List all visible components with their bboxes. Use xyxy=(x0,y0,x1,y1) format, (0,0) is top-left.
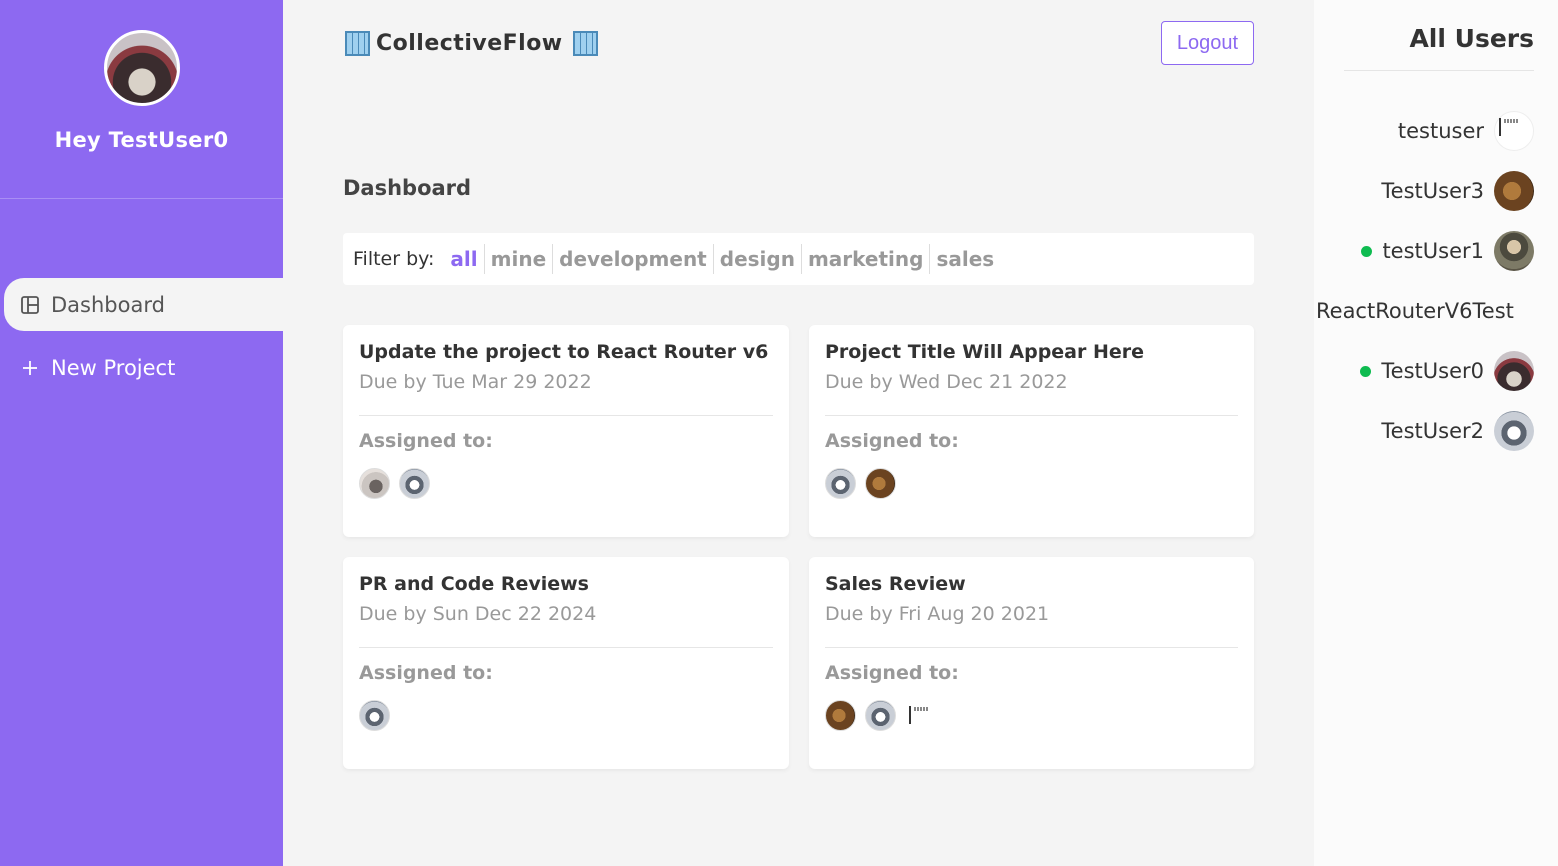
divider xyxy=(1344,70,1534,71)
divider xyxy=(825,647,1238,648)
project-title: PR and Code Reviews xyxy=(359,573,589,595)
project-due-date: Due by Fri Aug 20 2021 xyxy=(825,603,1050,625)
project-card[interactable]: Project Title Will Appear Here Due by We… xyxy=(809,325,1254,537)
dashboard-icon xyxy=(20,295,40,315)
user-list-item: TestUser2 xyxy=(1381,411,1534,451)
user-name: TestUser0 xyxy=(1381,359,1484,383)
avatar xyxy=(1494,111,1534,151)
project-card[interactable]: Sales Review Due by Fri Aug 20 2021 Assi… xyxy=(809,557,1254,769)
filter-development[interactable]: development xyxy=(552,244,713,274)
page-title: Dashboard xyxy=(343,176,472,200)
project-title: Project Title Will Appear Here xyxy=(825,341,1145,363)
assigned-label: Assigned to: xyxy=(825,430,959,452)
filter-design[interactable]: design xyxy=(712,244,801,274)
user-list-item: testuser xyxy=(1398,111,1534,151)
user-name: testUser1 xyxy=(1382,239,1484,263)
online-status-dot xyxy=(1361,245,1373,257)
project-due-date: Due by Tue Mar 29 2022 xyxy=(359,371,592,393)
project-card[interactable]: Update the project to React Router v6 Du… xyxy=(343,325,789,537)
users-panel: All Users testuser TestUser3 testUser1 R… xyxy=(1314,0,1558,866)
office-building-icon xyxy=(572,30,598,56)
filter-label: Filter by: xyxy=(353,248,435,270)
plus-icon xyxy=(20,358,40,378)
avatar xyxy=(1494,411,1534,451)
user-list-item: TestUser0 xyxy=(1360,351,1534,391)
user-list-item: ReactRouterV6Test xyxy=(1316,291,1514,331)
assigned-avatars xyxy=(359,468,773,499)
avatar xyxy=(825,700,856,731)
avatar xyxy=(1494,171,1534,211)
assigned-avatars xyxy=(359,700,773,731)
office-building-icon xyxy=(345,30,370,56)
filter-sales[interactable]: sales xyxy=(929,244,1000,274)
avatar xyxy=(825,468,856,499)
avatar xyxy=(1494,231,1534,271)
logout-button[interactable]: Logout xyxy=(1161,21,1254,65)
divider xyxy=(359,647,773,648)
filter-all[interactable]: all xyxy=(444,244,483,274)
project-due-date: Due by Wed Dec 21 2022 xyxy=(825,371,1068,393)
project-due-date: Due by Sun Dec 22 2024 xyxy=(359,603,597,625)
avatar xyxy=(865,468,896,499)
avatar xyxy=(905,700,936,731)
users-panel-title: All Users xyxy=(1409,24,1534,53)
project-title: Update the project to React Router v6 xyxy=(359,341,769,363)
assigned-label: Assigned to: xyxy=(359,430,493,452)
filter-mine[interactable]: mine xyxy=(483,244,553,274)
filter-bar: Filter by: all mine development design m… xyxy=(343,233,1254,285)
greeting: Hey TestUser0 xyxy=(54,128,229,152)
sidebar-item-dashboard[interactable]: Dashboard xyxy=(4,278,283,331)
user-name: TestUser2 xyxy=(1381,419,1484,443)
avatar xyxy=(1494,351,1534,391)
topbar: CollectiveFlow Logout xyxy=(343,0,1254,86)
filter-marketing[interactable]: marketing xyxy=(800,244,930,274)
avatar xyxy=(399,468,430,499)
sidebar: Hey TestUser0 Dashboard New Project xyxy=(0,0,283,866)
user-name: testuser xyxy=(1397,119,1484,143)
avatar xyxy=(359,468,390,499)
brand: CollectiveFlow xyxy=(343,30,598,56)
brand-name: CollectiveFlow xyxy=(376,30,563,56)
project-title: Sales Review xyxy=(825,573,966,595)
avatar xyxy=(103,30,180,106)
assigned-avatars xyxy=(825,700,1238,731)
avatar xyxy=(865,700,896,731)
assigned-label: Assigned to: xyxy=(359,662,493,684)
main-content: CollectiveFlow Logout Dashboard Filter b… xyxy=(343,0,1254,769)
user-list-item: TestUser3 xyxy=(1381,171,1534,211)
sidebar-item-label: Dashboard xyxy=(51,292,165,317)
user-name: ReactRouterV6Test xyxy=(1316,299,1514,323)
assigned-avatars xyxy=(825,468,1238,499)
divider xyxy=(825,415,1238,416)
sidebar-item-label: New Project xyxy=(51,355,176,380)
sidebar-item-new-project[interactable]: New Project xyxy=(4,341,283,394)
project-list: Update the project to React Router v6 Du… xyxy=(343,325,1254,769)
user-name: TestUser3 xyxy=(1381,179,1484,203)
user-list-item: testUser1 xyxy=(1361,231,1534,271)
sidebar-nav: Dashboard New Project xyxy=(0,278,283,394)
avatar xyxy=(359,700,390,731)
assigned-label: Assigned to: xyxy=(825,662,959,684)
online-status-dot xyxy=(1360,365,1372,377)
divider xyxy=(359,415,773,416)
user-block: Hey TestUser0 xyxy=(0,0,283,199)
project-card[interactable]: PR and Code Reviews Due by Sun Dec 22 20… xyxy=(343,557,789,769)
